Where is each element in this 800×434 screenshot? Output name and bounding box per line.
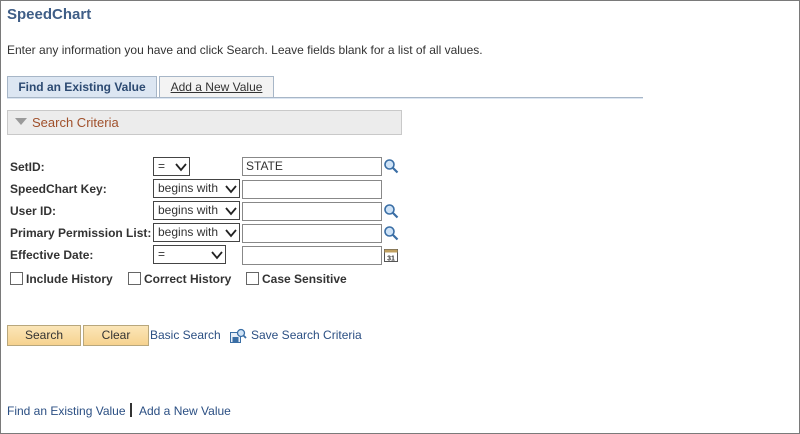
footer-separator — [130, 403, 132, 417]
include-history-checkbox[interactable]: Include History — [10, 272, 113, 286]
effective-date-operator-select[interactable]: = — [153, 245, 226, 264]
include-history-label: Include History — [26, 272, 113, 286]
setid-input[interactable]: STATE — [242, 157, 382, 176]
user-id-label: User ID: — [10, 204, 57, 218]
search-criteria-header[interactable]: Search Criteria — [7, 110, 402, 135]
correct-history-checkbox[interactable]: Correct History — [128, 272, 231, 286]
basic-search-link[interactable]: Basic Search — [150, 328, 221, 342]
tab-find-existing-value[interactable]: Find an Existing Value — [7, 76, 157, 98]
magnifier-icon[interactable] — [383, 158, 399, 174]
case-sensitive-label: Case Sensitive — [262, 272, 347, 286]
calendar-day-text: 31 — [387, 256, 395, 263]
speedchart-key-operator-select[interactable]: begins with — [153, 179, 240, 198]
page-title: SpeedChart — [7, 6, 92, 23]
include-history-box[interactable] — [10, 272, 23, 285]
tab-underline — [7, 97, 643, 99]
primary-permission-list-operator-select[interactable]: begins with — [153, 223, 240, 242]
instructions-text: Enter any information you have and click… — [7, 43, 483, 57]
search-button[interactable]: Search — [7, 325, 81, 346]
footer-link-find-existing-value[interactable]: Find an Existing Value — [7, 404, 126, 418]
user-id-operator-select[interactable]: begins with — [153, 201, 240, 220]
case-sensitive-checkbox[interactable]: Case Sensitive — [246, 272, 347, 286]
chevron-down-icon — [175, 163, 187, 172]
save-search-icon[interactable] — [229, 327, 247, 344]
speedchart-key-input[interactable] — [242, 180, 382, 199]
user-id-input[interactable] — [242, 202, 382, 221]
speedchart-key-label: SpeedChart Key: — [10, 182, 107, 196]
setid-label: SetID: — [10, 160, 45, 174]
user-id-operator-value: begins with — [158, 203, 219, 217]
primary-permission-list-input[interactable] — [242, 224, 382, 243]
save-search-criteria-link[interactable]: Save Search Criteria — [251, 328, 362, 342]
collapse-triangle-icon — [15, 118, 27, 125]
correct-history-label: Correct History — [144, 272, 232, 286]
correct-history-box[interactable] — [128, 272, 141, 285]
page-frame — [0, 0, 800, 434]
primary-permission-list-operator-value: begins with — [158, 225, 219, 239]
effective-date-label: Effective Date: — [10, 248, 94, 262]
footer-link-add-new-value[interactable]: Add a New Value — [139, 404, 231, 418]
speedchart-key-operator-value: begins with — [158, 181, 219, 195]
chevron-down-icon — [225, 207, 237, 216]
tab-add-new-value-label: Add a New Value — [170, 80, 263, 94]
calendar-icon[interactable]: 31 — [383, 247, 399, 263]
effective-date-operator-value: = — [158, 247, 166, 261]
chevron-down-icon — [225, 185, 237, 194]
magnifier-icon[interactable] — [383, 225, 399, 241]
primary-permission-list-label: Primary Permission List: — [10, 226, 152, 240]
chevron-down-icon — [225, 229, 237, 238]
case-sensitive-box[interactable] — [246, 272, 259, 285]
clear-button[interactable]: Clear — [83, 325, 149, 346]
setid-operator-select[interactable]: = — [153, 157, 190, 176]
magnifier-icon[interactable] — [383, 203, 399, 219]
chevron-down-icon — [211, 251, 223, 260]
effective-date-input[interactable] — [242, 246, 382, 265]
setid-operator-value: = — [158, 159, 166, 173]
search-criteria-label: Search Criteria — [32, 115, 119, 130]
tab-add-new-value[interactable]: Add a New Value — [159, 76, 274, 98]
